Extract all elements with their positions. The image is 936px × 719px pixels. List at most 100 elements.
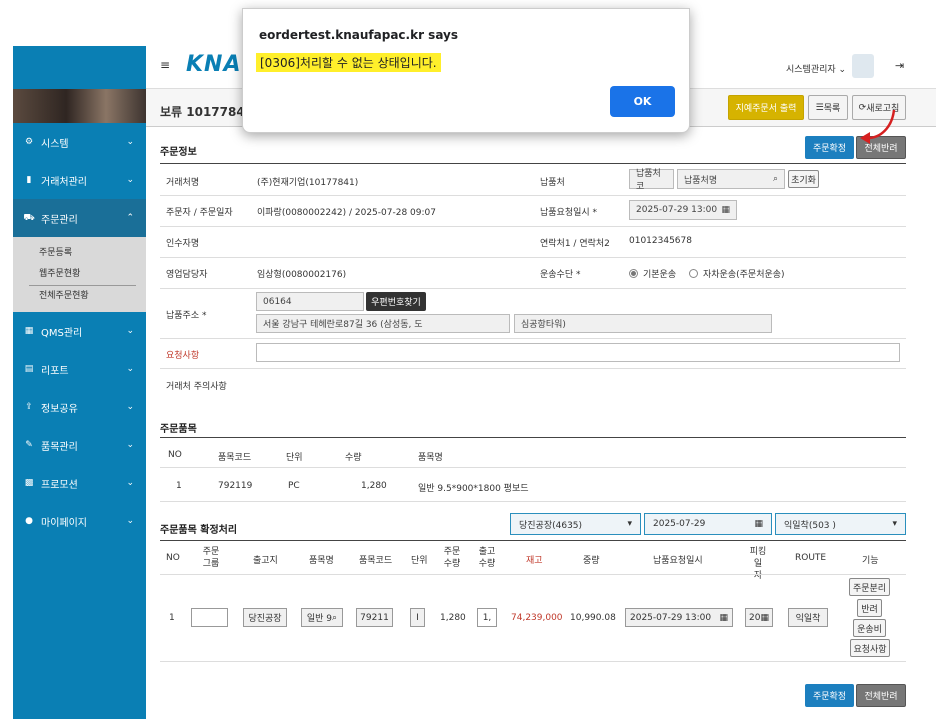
group-input[interactable] xyxy=(191,608,228,627)
plant-select[interactable]: 당진공장(4635) ▾ xyxy=(510,513,641,535)
sidebar-item-customer[interactable]: ▮ 거래처관리 ⌄ xyxy=(13,161,146,199)
zip-input[interactable]: 06164 xyxy=(256,292,364,311)
order-info-title: 주문정보 xyxy=(160,147,197,158)
col-item-code: 품목코드 xyxy=(359,556,393,566)
page-title: 보류 10177841 xyxy=(160,105,254,119)
item-name-cell[interactable]: 일반 9 ⌕ xyxy=(301,608,343,627)
address-line2-input[interactable]: 심공항타워) xyxy=(514,314,772,333)
receiver-label: 인수자명 xyxy=(166,239,200,249)
cart-icon: ⛟ xyxy=(23,212,35,223)
dest-name-input[interactable]: 납품처명 ⌕ xyxy=(677,169,785,189)
due-date-value: 2025-07-29 13:00 xyxy=(636,205,718,215)
transport-radio-own[interactable]: 자차운송(주문처운송) xyxy=(689,267,785,280)
request-button[interactable]: 요청사항 xyxy=(850,639,890,657)
col-no: NO xyxy=(166,553,180,563)
weight-value: 10,990.08 xyxy=(570,613,616,623)
chevron-down-icon: ⌄ xyxy=(126,402,134,412)
ok-button[interactable]: OK xyxy=(610,86,675,117)
item-no: 1 xyxy=(176,481,182,491)
destination-label: 납품처 xyxy=(540,178,565,188)
submenu-web-order-status[interactable]: 웹주문현황 xyxy=(13,264,146,285)
due-value: 2025-07-29 13:00 xyxy=(630,612,712,623)
col-stock: 재고 xyxy=(526,556,543,566)
out-qty-input[interactable]: 1, xyxy=(477,608,497,627)
return-button[interactable]: 반려 xyxy=(857,599,882,617)
alert-dialog: eordertest.knaufapac.kr says [0306]처리할 수… xyxy=(242,8,690,133)
due-date-label: 납품요청일시 * xyxy=(540,208,598,218)
plant-value: 당진공장(4635) xyxy=(519,520,583,531)
calendar-icon[interactable]: ▦ xyxy=(721,205,730,215)
sidebar-item-label: 마이페이지 xyxy=(41,517,87,529)
ship-date-input[interactable]: 2025-07-29 ▦ xyxy=(644,513,772,535)
submenu-all-order-status[interactable]: 전체주문현황 xyxy=(29,285,136,306)
confirm-order-bottom-button[interactable]: 주문확정 xyxy=(805,684,854,707)
item-name: 일반 9.5*900*1800 평보드 xyxy=(418,484,529,494)
dest-name-placeholder: 납품처명 xyxy=(684,175,718,186)
list-button-label: 목록 xyxy=(823,104,841,114)
sales-label: 영업담당자 xyxy=(166,270,208,280)
sidebar-item-share[interactable]: ⇪ 정보공유 ⌄ xyxy=(13,388,146,426)
sidebar-item-order[interactable]: ⛟ 주문관리 ⌃ xyxy=(13,199,146,237)
grid-icon: ▦ xyxy=(24,326,34,336)
menu-icon[interactable]: ≡ xyxy=(160,58,170,72)
sidebar-item-promotion[interactable]: ▩ 프로모션 ⌄ xyxy=(13,464,146,502)
submenu-order-register[interactable]: 주문등록 xyxy=(13,243,146,264)
divider xyxy=(160,288,906,289)
pick-date-cell[interactable]: 20 ▦ xyxy=(745,608,773,627)
plant-cell[interactable]: 당진공장 xyxy=(243,608,287,627)
col-group: 주문 그룹 xyxy=(202,547,220,569)
confirm-title: 주문품목 확정처리 xyxy=(160,525,238,536)
list-button[interactable]: ☰ 목록 xyxy=(808,95,848,120)
due-date-input[interactable]: 2025-07-29 13:00 ▦ xyxy=(629,200,737,220)
transport-radio-basic[interactable]: 기본운송 xyxy=(629,267,676,280)
request-input[interactable] xyxy=(256,343,900,362)
dest-code-input[interactable]: 납품처코 xyxy=(629,169,674,192)
divider xyxy=(160,163,906,164)
avatar[interactable] xyxy=(852,54,874,78)
unit-cell[interactable]: I xyxy=(410,608,425,627)
sidebar: ⚙ 시스템 ⌄ ▮ 거래처관리 ⌄ ⛟ 주문관리 ⌃ 주문등록 웹주문현황 전체주문현황 ▦… xyxy=(13,46,146,719)
user-icon: ● xyxy=(25,516,33,526)
route-select[interactable]: 익일착(503 ) ▾ xyxy=(775,513,906,535)
confirm-order-button[interactable]: 주문확정 xyxy=(805,136,854,159)
customer-label: 거래처명 xyxy=(166,178,200,188)
logout-icon[interactable]: ⇥ xyxy=(895,59,904,72)
print-button[interactable]: 지예주문서 출력 xyxy=(728,95,804,120)
sidebar-banner-image xyxy=(13,89,146,123)
zip-search-button[interactable]: 우편번호찾기 xyxy=(366,292,426,311)
sidebar-item-system[interactable]: ⚙ 시스템 ⌄ xyxy=(13,123,146,161)
sidebar-item-label: 거래처관리 xyxy=(41,176,87,188)
item-code-cell[interactable]: 79211 xyxy=(356,608,393,627)
chevron-down-icon: ⌄ xyxy=(126,478,134,488)
sidebar-item-product[interactable]: ✎ 품목관리 ⌄ xyxy=(13,426,146,464)
address-line1-input[interactable]: 서울 강남구 테헤란로87길 36 (삼성동, 도 xyxy=(256,314,510,333)
split-order-button[interactable]: 주문분리 xyxy=(849,578,890,596)
customer-value: (주)현재기업(10177841) xyxy=(257,178,359,188)
sidebar-item-report[interactable]: ▤ 리포트 ⌄ xyxy=(13,350,146,388)
reset-button[interactable]: 초기화 xyxy=(788,170,819,188)
shipping-fee-button[interactable]: 운송비 xyxy=(853,619,886,637)
sidebar-item-qms[interactable]: ▦ QMS관리 ⌄ xyxy=(13,312,146,350)
col-no: NO xyxy=(168,450,182,460)
route-cell[interactable]: 익일착 xyxy=(788,608,828,627)
divider xyxy=(160,226,906,227)
admin-menu[interactable]: 시스템관리자 ⌄ xyxy=(786,62,846,75)
sidebar-submenu: 주문등록 웹주문현황 전체주문현황 xyxy=(13,237,146,312)
divider xyxy=(160,338,906,339)
caution-label: 거래처 주의사항 xyxy=(166,382,227,392)
divider xyxy=(160,540,906,541)
return-all-bottom-button[interactable]: 전체반려 xyxy=(856,684,906,707)
col-unit: 단위 xyxy=(411,556,428,566)
item-code: 792119 xyxy=(218,481,253,491)
search-icon[interactable]: ⌕ xyxy=(773,174,778,184)
contact-value: 01012345678 xyxy=(629,236,692,246)
dialog-title: eordertest.knaufapac.kr says xyxy=(259,28,459,42)
col-weight: 중량 xyxy=(583,556,600,566)
sidebar-top xyxy=(13,46,146,89)
due-cell[interactable]: 2025-07-29 13:00 ▦ xyxy=(625,608,733,627)
col-route: ROUTE xyxy=(795,553,827,563)
search-icon[interactable]: ⌕ xyxy=(332,613,337,623)
route-value: 익일착(503 ) xyxy=(784,520,836,531)
sidebar-item-mypage[interactable]: ● 마이페이지 ⌄ xyxy=(13,502,146,540)
chevron-down-icon: ⌄ xyxy=(126,175,134,185)
